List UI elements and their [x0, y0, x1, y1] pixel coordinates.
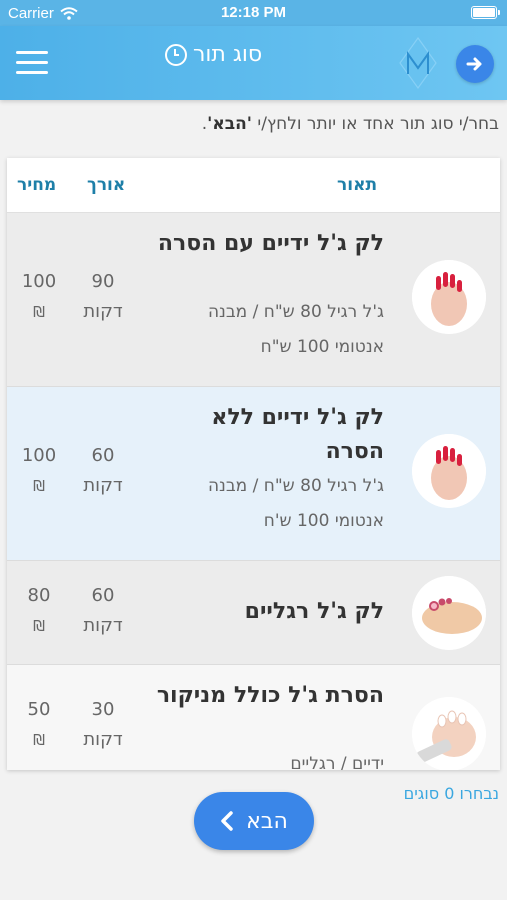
price-value: 100	[21, 271, 57, 292]
length-cell: 90 דקות	[73, 267, 133, 327]
service-description: ג'ל רגיל 80 ש"ח / מבנה אנטומי 100 ש"ח	[207, 302, 384, 357]
column-header-length: אורך	[87, 175, 126, 195]
service-thumbnail	[412, 434, 486, 508]
service-title: הסרת ג'ל כולל מניקור	[156, 683, 384, 708]
length-cell: 60 דקות	[73, 581, 133, 641]
currency-label: ₪	[33, 731, 45, 749]
next-arrow-button[interactable]	[456, 45, 494, 83]
service-thumbnail	[412, 576, 486, 650]
length-value: 90	[91, 271, 115, 292]
service-description: ג'ל רגיל 80 ש"ח / מבנה אנטומי 100 ש'ח	[207, 476, 384, 531]
battery-icon	[471, 6, 500, 19]
length-cell: 60 דקות	[73, 441, 133, 501]
currency-label: ₪	[33, 303, 45, 321]
status-time: 12:18 PM	[220, 4, 287, 21]
price-value: 100	[21, 445, 57, 466]
column-header-price: מחיר	[17, 175, 57, 195]
length-value: 60	[91, 585, 115, 606]
price-cell: 100 ₪	[15, 267, 63, 327]
instruction-text: בחר/י סוג תור אחד או יותר ולחץ/י 'הבא'.	[201, 114, 499, 134]
chevron-left-icon	[221, 811, 233, 831]
arrow-right-icon	[466, 57, 482, 71]
length-value: 60	[91, 445, 115, 466]
length-unit: דקות	[83, 729, 123, 750]
logo-m-icon	[399, 36, 437, 90]
service-thumbnail	[412, 260, 486, 334]
price-cell: 50 ₪	[15, 695, 63, 755]
length-unit: דקות	[83, 301, 123, 322]
menu-icon[interactable]	[16, 51, 48, 75]
nav-bar: סוג תור	[0, 26, 507, 100]
next-button[interactable]: הבא	[194, 792, 314, 850]
page-title-group: סוג תור	[165, 42, 262, 67]
price-value: 80	[27, 585, 51, 606]
service-title: לק ג'ל ידיים ללא הסרה	[211, 405, 384, 464]
length-cell: 30 דקות	[73, 695, 133, 755]
length-value: 30	[91, 699, 115, 720]
price-cell: 80 ₪	[15, 581, 63, 641]
length-unit: דקות	[83, 615, 123, 636]
table-row[interactable]: הסרת ג'ל כולל מניקור ידיים / רגליים 30 ד…	[7, 665, 500, 770]
table-header: תאור אורך מחיר	[7, 158, 500, 213]
table-row[interactable]: לק ג'ל רגליים 60 דקות 80 ₪	[7, 561, 500, 665]
column-header-description: תאור	[337, 175, 378, 195]
page-title: סוג תור	[193, 42, 263, 67]
currency-label: ₪	[33, 617, 45, 635]
status-bar: Carrier 12:18 PM	[0, 0, 507, 26]
instruction-bold: 'הבא'	[207, 114, 252, 134]
currency-label: ₪	[33, 477, 45, 495]
service-description: ידיים / רגליים	[290, 754, 384, 770]
next-button-label: הבא	[246, 808, 288, 834]
service-title: לק ג'ל רגליים	[244, 599, 384, 624]
clock-icon	[165, 43, 187, 66]
price-value: 50	[27, 699, 51, 720]
length-unit: דקות	[83, 475, 123, 496]
table-row[interactable]: לק ג'ל ידיים ללא הסרה ג'ל רגיל 80 ש"ח / …	[7, 387, 500, 561]
service-thumbnail	[412, 697, 486, 770]
table-row[interactable]: לק ג'ל ידיים עם הסרה ג'ל רגיל 80 ש"ח / מ…	[7, 213, 500, 387]
services-table: תאור אורך מחיר לק ג'ל ידיים עם הסרה ג'ל …	[7, 158, 500, 770]
service-title: לק ג'ל ידיים עם הסרה	[157, 231, 384, 256]
price-cell: 100 ₪	[15, 441, 63, 501]
